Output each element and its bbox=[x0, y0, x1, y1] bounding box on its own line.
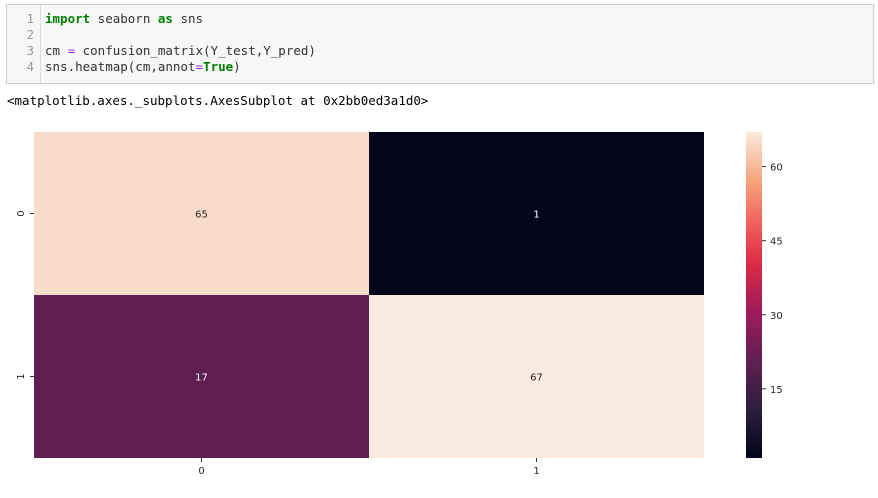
cell-annotation: 17 bbox=[195, 373, 208, 384]
y-tick-label: 1 bbox=[16, 373, 27, 379]
colorbar-tick-label: 45 bbox=[770, 237, 783, 248]
heatmap-cells bbox=[34, 132, 704, 458]
x-tick-label: 0 bbox=[198, 466, 204, 477]
y-tick-label: 0 bbox=[16, 210, 27, 216]
colorbar bbox=[746, 132, 762, 458]
colorbar-tick-label: 15 bbox=[770, 385, 783, 396]
cell-annotation: 67 bbox=[530, 373, 543, 384]
cell-annotation: 65 bbox=[195, 210, 208, 221]
colorbar-tick-label: 30 bbox=[770, 311, 783, 322]
x-tick-label: 1 bbox=[533, 466, 539, 477]
cell-annotation: 1 bbox=[533, 210, 539, 221]
heatmap-chart: 65 1 17 67 0 1 0 1 15 30 45 60 bbox=[16, 132, 783, 477]
colorbar-ticks: 15 30 45 60 bbox=[762, 163, 783, 396]
colorbar-tick-label: 60 bbox=[770, 163, 783, 174]
